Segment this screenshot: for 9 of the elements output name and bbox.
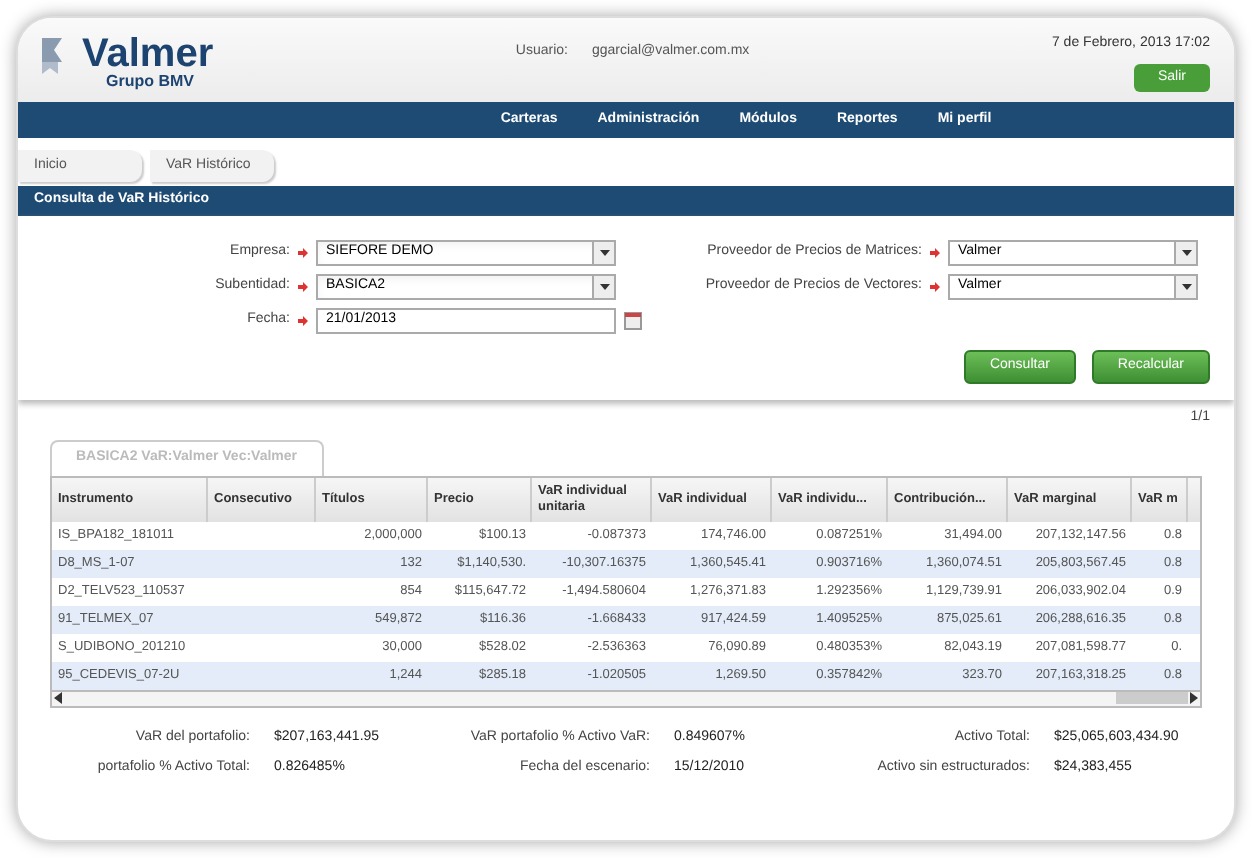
required-icon [930,248,940,258]
required-icon [930,282,940,292]
required-icon [298,316,308,326]
scroll-thumb[interactable] [1116,692,1188,704]
calendar-icon[interactable] [624,312,642,330]
required-icon [298,282,308,292]
required-icon [298,248,308,258]
logo-subtitle: Grupo BMV [106,74,196,90]
logo-name: Valmer [82,34,214,74]
